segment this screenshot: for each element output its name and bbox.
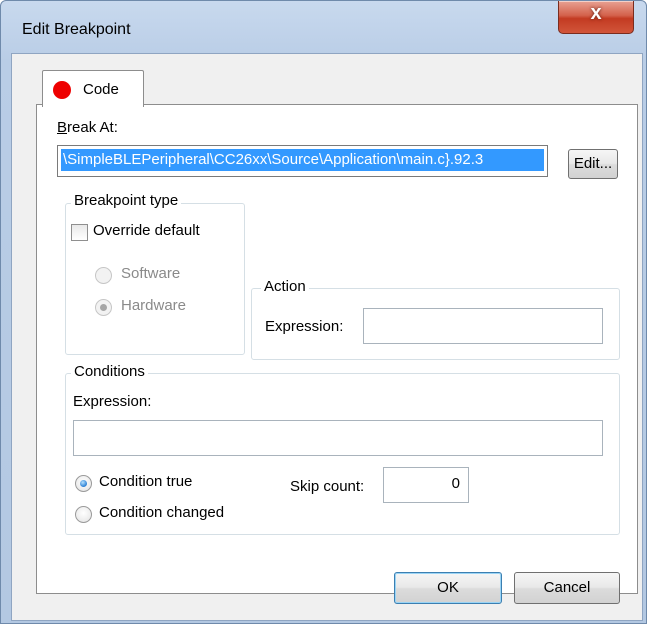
conditions-expression-input[interactable] <box>73 420 603 456</box>
tab-panel-code: Break At: \SimpleBLEPeripheral\CC26xx\So… <box>36 104 638 594</box>
tab-code-label: Code <box>83 81 119 98</box>
hardware-radio-dot <box>100 304 107 311</box>
breakpoint-type-title: Breakpoint type <box>71 192 182 209</box>
hardware-radio-label[interactable]: Hardware <box>121 297 186 314</box>
software-radio-label[interactable]: Software <box>121 265 180 282</box>
edit-location-button[interactable]: Edit... <box>568 149 618 179</box>
break-at-selected-text: \SimpleBLEPeripheral\CC26xx\Source\Appli… <box>61 149 544 171</box>
dialog-title: Edit Breakpoint <box>22 21 131 38</box>
break-at-label-rest: reak At: <box>67 119 118 136</box>
skip-count-label: Skip count: <box>290 478 365 495</box>
condition-true-radio[interactable] <box>75 475 92 492</box>
break-at-label: Break At: <box>57 119 118 136</box>
break-at-label-mnemonic: B <box>57 119 68 136</box>
close-icon: x <box>590 2 602 24</box>
title-bar[interactable]: Edit Breakpoint x <box>1 1 646 55</box>
skip-count-input[interactable]: 0 <box>383 467 469 503</box>
edit-breakpoint-dialog: Edit Breakpoint x Code Break At: \Simple… <box>0 0 647 624</box>
hardware-radio[interactable] <box>95 299 112 316</box>
condition-true-label[interactable]: Condition true <box>99 473 192 490</box>
cancel-button[interactable]: Cancel <box>514 572 620 604</box>
action-title: Action <box>261 278 309 295</box>
action-expression-label: Expression: <box>265 318 344 335</box>
close-button[interactable]: x <box>558 1 634 34</box>
software-radio[interactable] <box>95 267 112 284</box>
override-default-label[interactable]: Override default <box>93 222 200 239</box>
conditions-title: Conditions <box>71 363 148 380</box>
skip-count-value: 0 <box>451 475 460 492</box>
dialog-client-area: Code Break At: \SimpleBLEPeripheral\CC26… <box>11 53 643 621</box>
break-at-input[interactable]: \SimpleBLEPeripheral\CC26xx\Source\Appli… <box>57 145 548 177</box>
red-dot-icon <box>53 81 71 99</box>
condition-true-radio-dot <box>80 480 87 487</box>
conditions-expression-label: Expression: <box>73 393 152 410</box>
ok-button[interactable]: OK <box>394 572 502 604</box>
override-default-checkbox[interactable] <box>71 224 88 241</box>
condition-changed-radio[interactable] <box>75 506 92 523</box>
condition-changed-label[interactable]: Condition changed <box>99 504 224 521</box>
tab-code[interactable]: Code <box>42 70 144 107</box>
action-expression-input[interactable] <box>363 308 603 344</box>
